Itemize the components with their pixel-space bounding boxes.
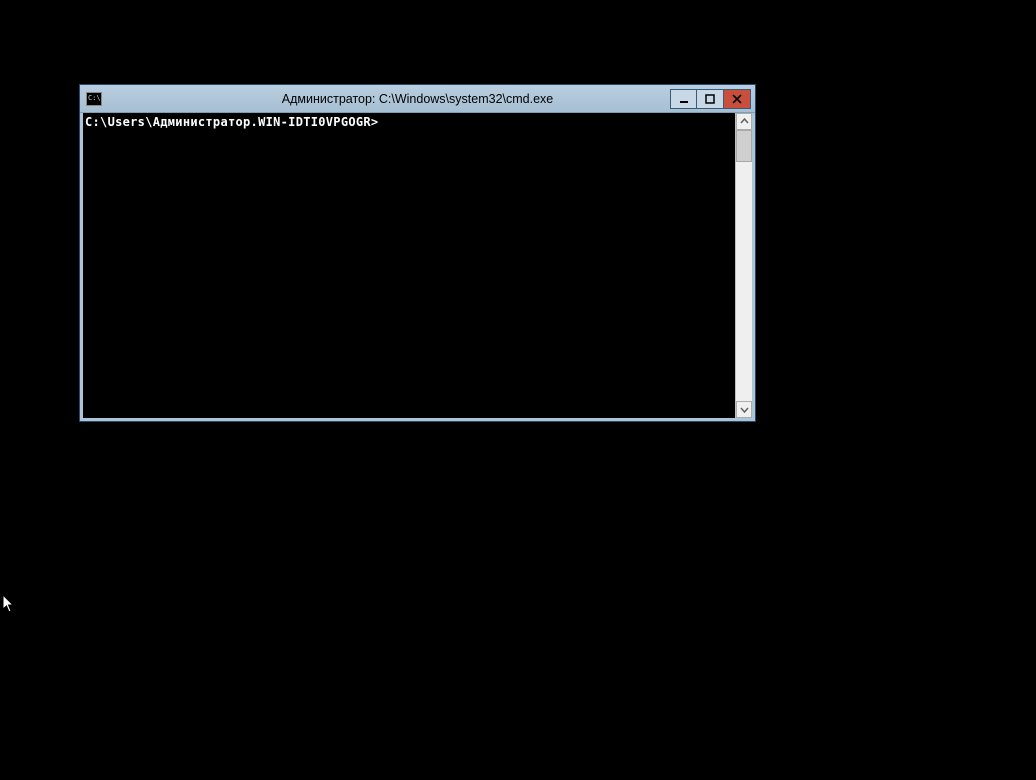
scroll-thumb[interactable] [736, 130, 752, 162]
window-title: Администратор: C:\Windows\system32\cmd.e… [80, 92, 755, 106]
scroll-up-button[interactable] [736, 113, 752, 130]
mouse-cursor [2, 594, 16, 614]
minimize-button[interactable] [670, 89, 697, 109]
close-icon [732, 94, 742, 104]
console-output[interactable]: C:\Users\Администратор.WIN-IDTI0VPGOGR> [83, 113, 735, 418]
maximize-icon [705, 94, 715, 104]
close-button[interactable] [724, 89, 751, 109]
chevron-down-icon [740, 405, 749, 414]
chevron-up-icon [740, 117, 749, 126]
client-area: C:\Users\Администратор.WIN-IDTI0VPGOGR> [80, 113, 755, 421]
desktop: hserv.su C:\ Администратор: C:\Windows\s… [0, 0, 1036, 780]
window-controls [670, 89, 751, 109]
minimize-icon [679, 94, 689, 104]
maximize-button[interactable] [697, 89, 724, 109]
scroll-down-button[interactable] [736, 401, 752, 418]
titlebar[interactable]: C:\ Администратор: C:\Windows\system32\c… [80, 85, 755, 113]
cmd-icon: C:\ [86, 92, 102, 106]
vertical-scrollbar[interactable] [735, 113, 752, 418]
cmd-window[interactable]: C:\ Администратор: C:\Windows\system32\c… [79, 84, 756, 422]
scroll-track[interactable] [736, 130, 752, 401]
